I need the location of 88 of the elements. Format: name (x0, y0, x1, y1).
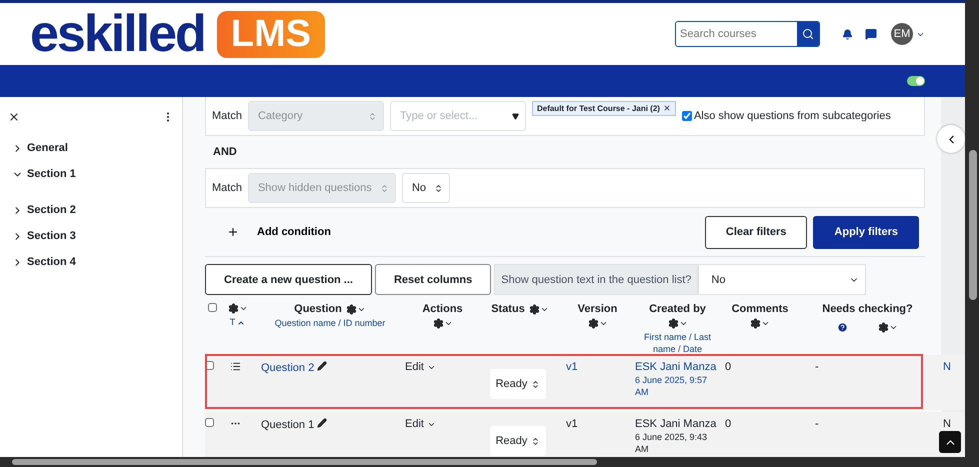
gear-icon[interactable] (668, 318, 678, 329)
category-tag[interactable]: Default for Test Course - Jani (2) (532, 100, 676, 116)
section-item[interactable]: General (8, 135, 72, 161)
caret-icon[interactable] (238, 304, 248, 313)
list-icon (230, 361, 241, 372)
up-down-icon (380, 184, 389, 192)
add-condition-button[interactable]: Add condition (227, 226, 331, 238)
subcategories-checkbox[interactable] (682, 111, 692, 121)
edit-menu[interactable]: Edit (405, 361, 436, 373)
gear-icon[interactable] (750, 318, 761, 329)
caret-icon[interactable] (598, 319, 608, 328)
plus-icon (227, 226, 239, 238)
question-name-link[interactable]: Question 2 (261, 362, 314, 374)
dropdown-arrow-icon (512, 112, 519, 120)
search-button[interactable] (797, 22, 819, 46)
logo-badge: LMS (216, 10, 326, 58)
up-down-icon (531, 436, 540, 446)
help-icon[interactable] (837, 322, 848, 333)
pencil-icon[interactable] (317, 361, 328, 371)
back-to-top-button[interactable] (939, 431, 961, 453)
up-down-icon (368, 112, 377, 120)
and-label: AND (213, 146, 237, 158)
pencil-icon[interactable] (317, 418, 328, 428)
gear-icon[interactable] (228, 303, 238, 314)
reset-columns-button[interactable]: Reset columns (374, 264, 492, 295)
creator-name: ESK Jani Manza (635, 361, 716, 374)
caret-icon[interactable] (444, 319, 452, 328)
question-name-link[interactable]: Question 1 (261, 419, 314, 431)
caret-icon[interactable] (889, 323, 898, 332)
sort-link[interactable]: First name / Last name / Date (635, 332, 720, 356)
version-cell: v1 (566, 418, 578, 431)
section-item[interactable]: Section 3 (8, 223, 80, 249)
creator-name: ESK Jani Manza (635, 418, 716, 431)
created-date: 6 June 2025, 9:43 AM (635, 430, 708, 455)
sort-link[interactable]: Question name / ID number (274, 318, 386, 330)
gear-icon[interactable] (432, 318, 444, 329)
column-header: Actions (422, 303, 463, 315)
caret-icon[interactable] (761, 319, 770, 328)
comments-cell: 0 (725, 418, 732, 431)
bell-icon[interactable] (842, 28, 853, 40)
create-question-button[interactable]: Create a new question ... (205, 264, 372, 295)
show-text-select[interactable]: No (698, 264, 866, 295)
column-header[interactable]: Needs checking? (822, 303, 913, 315)
sort-ascending-icon (237, 318, 246, 327)
row-checkbox[interactable] (205, 418, 214, 427)
match-label: Match (212, 182, 242, 194)
checkbox-label: Also show questions from subcategories (694, 110, 891, 122)
needs-checking-cell: - (815, 361, 819, 374)
toggle-switch[interactable] (907, 76, 925, 86)
comments-cell: 0 (725, 361, 732, 374)
search-field[interactable]: Search courses (675, 21, 820, 47)
section-item[interactable]: Section 2 (8, 197, 80, 223)
sort-link[interactable]: T (230, 317, 246, 329)
status-select[interactable]: Ready (490, 426, 546, 456)
gear-icon[interactable] (588, 318, 598, 329)
gear-icon[interactable] (528, 304, 540, 314)
search-icon (802, 28, 814, 40)
gear-icon[interactable] (878, 322, 889, 333)
up-down-icon (434, 184, 444, 192)
version-cell: v1 (566, 361, 578, 374)
section-item[interactable]: Section 4 (8, 249, 80, 275)
show-text-label: Show question text in the question list? (494, 264, 698, 295)
column-header[interactable]: Version (578, 303, 618, 315)
edit-menu[interactable]: Edit (405, 418, 436, 430)
section-item[interactable]: Section 1 (8, 161, 80, 187)
column-header[interactable]: Status (491, 303, 525, 315)
gear-icon[interactable] (346, 304, 357, 314)
row-checkbox[interactable] (205, 361, 214, 370)
caret-icon[interactable] (678, 319, 688, 328)
select-all-checkbox[interactable] (208, 303, 217, 312)
value-select[interactable]: No (402, 173, 450, 203)
clear-filters-button[interactable]: Clear filters (704, 216, 808, 248)
needs-checking-cell: - (815, 418, 819, 431)
created-date: 6 June 2025, 9:57 AM (635, 374, 708, 398)
match-label: Match (212, 110, 242, 122)
table-cell: N (943, 418, 951, 431)
logo-wordmark: eskilled (30, 4, 205, 64)
apply-filters-button[interactable]: Apply filters (813, 216, 919, 248)
close-icon[interactable] (8, 111, 20, 123)
close-icon[interactable] (662, 104, 671, 112)
table-cell: N (943, 361, 951, 374)
column-header[interactable]: Created by (649, 303, 706, 315)
up-down-icon (531, 380, 540, 388)
column-header[interactable]: Question (294, 303, 342, 315)
user-avatar[interactable]: EM (891, 23, 913, 45)
column-header[interactable]: Comments (732, 303, 788, 315)
status-select[interactable]: Ready (490, 369, 546, 399)
chat-icon[interactable] (865, 28, 877, 40)
